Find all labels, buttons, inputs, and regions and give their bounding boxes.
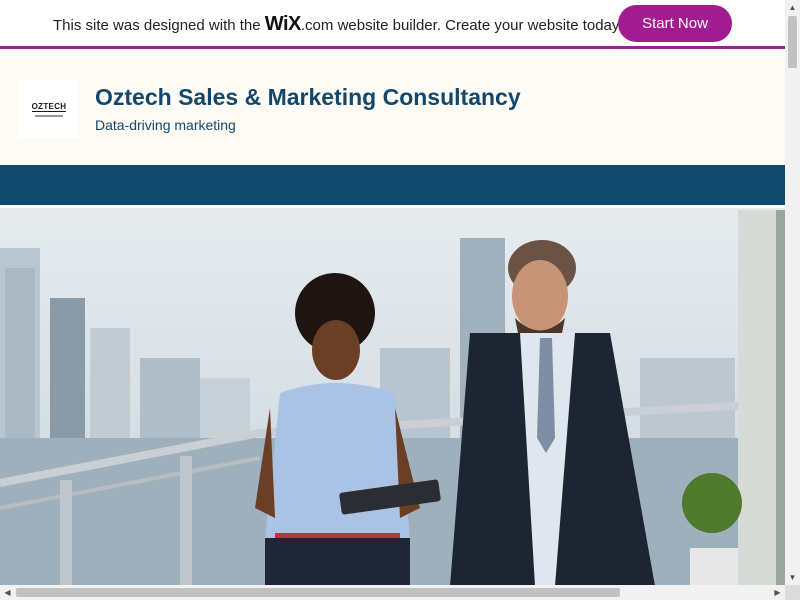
scroll-right-icon[interactable]: ▶ xyxy=(770,585,785,600)
wix-dotcom: .com xyxy=(300,17,334,34)
woman-trousers xyxy=(265,538,410,586)
woman-face xyxy=(312,320,360,380)
banner-text: This site was designed with the WiX.com … xyxy=(53,13,622,36)
horizontal-scroll-thumb[interactable] xyxy=(16,588,620,597)
horizontal-scrollbar[interactable]: ◀ ▶ xyxy=(0,585,785,600)
pillar-edge xyxy=(776,210,785,586)
railing-post xyxy=(180,456,192,586)
hero-image xyxy=(0,208,785,586)
vertical-scrollbar[interactable]: ▲ ▼ xyxy=(785,0,800,585)
logo-subline xyxy=(35,114,63,117)
start-now-button[interactable]: Start Now xyxy=(618,5,732,42)
building xyxy=(90,328,130,448)
navigation-bar xyxy=(0,165,785,205)
scroll-down-icon[interactable]: ▼ xyxy=(785,570,800,585)
banner-text-before: This site was designed with the xyxy=(53,17,265,34)
woman-blouse xyxy=(265,383,410,538)
banner-text-after: website builder. Create your website tod… xyxy=(333,17,623,34)
logo-text: OZTECH xyxy=(31,101,67,112)
site-tagline: Data-driving marketing xyxy=(95,117,236,133)
site-header: OZTECH Oztech Sales & Marketing Consulta… xyxy=(0,52,785,165)
potted-plant xyxy=(682,473,742,533)
site-logo[interactable]: OZTECH xyxy=(19,80,79,138)
building xyxy=(5,268,35,448)
man-face xyxy=(512,260,568,332)
plant-pot xyxy=(690,548,738,586)
hero-photo-illustration xyxy=(0,210,785,586)
site-title[interactable]: Oztech Sales & Marketing Consultancy xyxy=(95,84,521,111)
scroll-left-icon[interactable]: ◀ xyxy=(0,585,15,600)
building xyxy=(50,298,85,448)
wix-logo: WiX xyxy=(264,13,302,35)
wix-promo-banner: This site was designed with the WiX.com … xyxy=(0,0,785,49)
building xyxy=(140,358,200,448)
man-tie xyxy=(537,338,555,453)
railing-post xyxy=(60,480,72,586)
scrollbar-corner xyxy=(785,585,800,600)
vertical-scroll-thumb[interactable] xyxy=(788,16,797,68)
scroll-up-icon[interactable]: ▲ xyxy=(785,0,800,15)
